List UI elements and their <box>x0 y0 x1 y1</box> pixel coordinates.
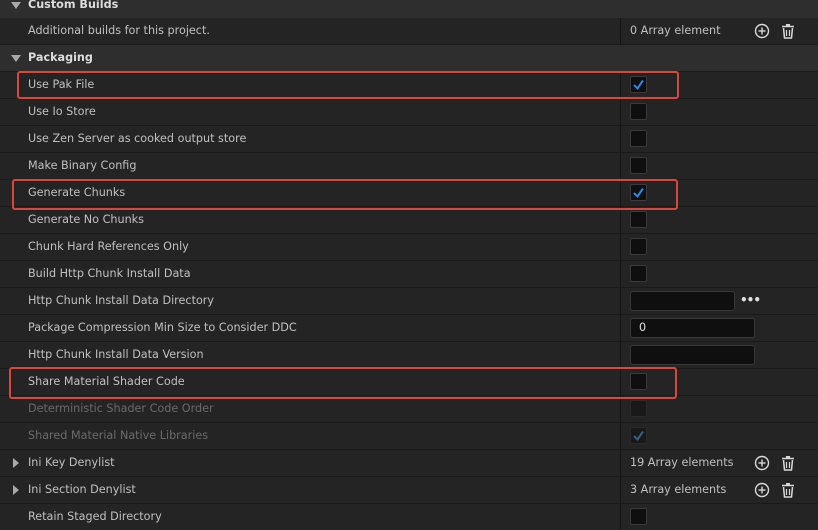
add-element-icon[interactable] <box>754 482 770 498</box>
row-deterministic-shader: Deterministic Shader Code Order <box>0 396 818 422</box>
row-use-pak-file: Use Pak File <box>0 72 818 98</box>
row-label: Chunk Hard References Only <box>28 240 189 253</box>
row-label: Shared Material Native Libraries <box>28 429 209 442</box>
row-label: Share Material Shader Code <box>28 375 185 388</box>
row-use-io-store: Use Io Store <box>0 99 818 125</box>
row-ini-section-denylist[interactable]: Ini Section Denylist 3 Array elements <box>0 477 818 503</box>
array-count: 3 Array elements <box>630 483 727 496</box>
generate-no-chunks-checkbox[interactable] <box>630 211 647 228</box>
use-pak-file-checkbox[interactable] <box>630 76 647 93</box>
row-label: Generate No Chunks <box>28 213 144 226</box>
column-divider <box>620 288 621 314</box>
trash-icon[interactable] <box>780 455 796 471</box>
column-divider <box>620 342 621 368</box>
trash-icon[interactable] <box>780 482 796 498</box>
trash-icon[interactable] <box>780 23 796 39</box>
column-divider <box>620 153 621 179</box>
retain-staged-directory-checkbox[interactable] <box>630 508 647 525</box>
row-label: Use Pak File <box>28 78 95 91</box>
row-use-zen-server: Use Zen Server as cooked output store <box>0 126 818 152</box>
row-label: Make Binary Config <box>28 159 137 172</box>
array-count: 19 Array elements <box>630 456 734 469</box>
column-divider <box>620 450 621 476</box>
make-binary-config-checkbox[interactable] <box>630 157 647 174</box>
chunk-hard-references-checkbox[interactable] <box>630 238 647 255</box>
row-label: Http Chunk Install Data Version <box>28 348 204 361</box>
column-divider <box>620 261 621 287</box>
version-input[interactable] <box>630 345 755 365</box>
row-generate-chunks: Generate Chunks <box>0 180 818 206</box>
section-title: Packaging <box>28 51 93 64</box>
collapse-arrow-icon[interactable] <box>11 2 21 9</box>
column-divider <box>620 126 621 152</box>
column-divider <box>620 99 621 125</box>
directory-path-input[interactable] <box>630 291 735 311</box>
row-chunk-hard-references: Chunk Hard References Only <box>0 234 818 260</box>
column-divider <box>620 423 621 449</box>
row-ini-key-denylist[interactable]: Ini Key Denylist 19 Array elements <box>0 450 818 476</box>
row-make-binary-config: Make Binary Config <box>0 153 818 179</box>
column-divider <box>620 315 621 341</box>
column-divider <box>620 207 621 233</box>
row-label: Build Http Chunk Install Data <box>28 267 191 280</box>
deterministic-shader-checkbox <box>630 400 647 417</box>
array-count: 0 Array element <box>630 24 721 37</box>
expand-arrow-icon[interactable] <box>13 485 19 495</box>
share-material-shader-checkbox[interactable] <box>630 373 647 390</box>
column-divider <box>620 234 621 260</box>
row-shared-native-libraries: Shared Material Native Libraries <box>0 423 818 449</box>
row-label: Ini Key Denylist <box>28 456 115 469</box>
expand-arrow-icon[interactable] <box>13 458 19 468</box>
use-io-store-checkbox[interactable] <box>630 103 647 120</box>
checkmark-icon <box>633 187 644 199</box>
row-build-http-chunk: Build Http Chunk Install Data <box>0 261 818 287</box>
checkmark-icon <box>633 430 644 442</box>
row-label: Use Zen Server as cooked output store <box>28 132 247 145</box>
column-divider <box>620 72 621 98</box>
row-label: Retain Staged Directory <box>28 510 162 523</box>
row-label: Deterministic Shader Code Order <box>28 402 214 415</box>
column-divider <box>620 18 621 44</box>
column-divider <box>620 369 621 395</box>
column-divider <box>620 396 621 422</box>
add-element-icon[interactable] <box>754 455 770 471</box>
row-label: Ini Section Denylist <box>28 483 136 496</box>
column-divider <box>620 477 621 503</box>
generate-chunks-checkbox[interactable] <box>630 184 647 201</box>
row-additional-builds: Additional builds for this project. 0 Ar… <box>0 18 818 44</box>
section-title: Custom Builds <box>28 0 119 11</box>
row-label: Additional builds for this project. <box>28 24 210 37</box>
row-label: Package Compression Min Size to Consider… <box>28 321 297 334</box>
column-divider <box>620 504 621 530</box>
row-share-material-shader: Share Material Shader Code <box>0 369 818 395</box>
row-label: Http Chunk Install Data Directory <box>28 294 215 307</box>
row-retain-staged-directory: Retain Staged Directory <box>0 504 818 530</box>
checkmark-icon <box>633 79 644 91</box>
build-http-chunk-checkbox[interactable] <box>630 265 647 282</box>
section-custom-builds[interactable]: Custom Builds <box>0 0 818 18</box>
row-label: Use Io Store <box>28 105 96 118</box>
browse-button[interactable]: ••• <box>740 293 761 307</box>
row-http-chunk-version: Http Chunk Install Data Version <box>0 342 818 368</box>
column-divider <box>620 180 621 206</box>
min-size-number-input[interactable]: 0 <box>630 318 755 338</box>
use-zen-server-checkbox[interactable] <box>630 130 647 147</box>
row-label: Generate Chunks <box>28 186 126 199</box>
section-packaging[interactable]: Packaging <box>0 45 818 71</box>
row-generate-no-chunks: Generate No Chunks <box>0 207 818 233</box>
row-compression-min-size: Package Compression Min Size to Consider… <box>0 315 818 341</box>
shared-native-libraries-checkbox <box>630 427 647 444</box>
collapse-arrow-icon[interactable] <box>11 55 21 62</box>
add-element-icon[interactable] <box>754 23 770 39</box>
row-http-chunk-directory: Http Chunk Install Data Directory ••• <box>0 288 818 314</box>
